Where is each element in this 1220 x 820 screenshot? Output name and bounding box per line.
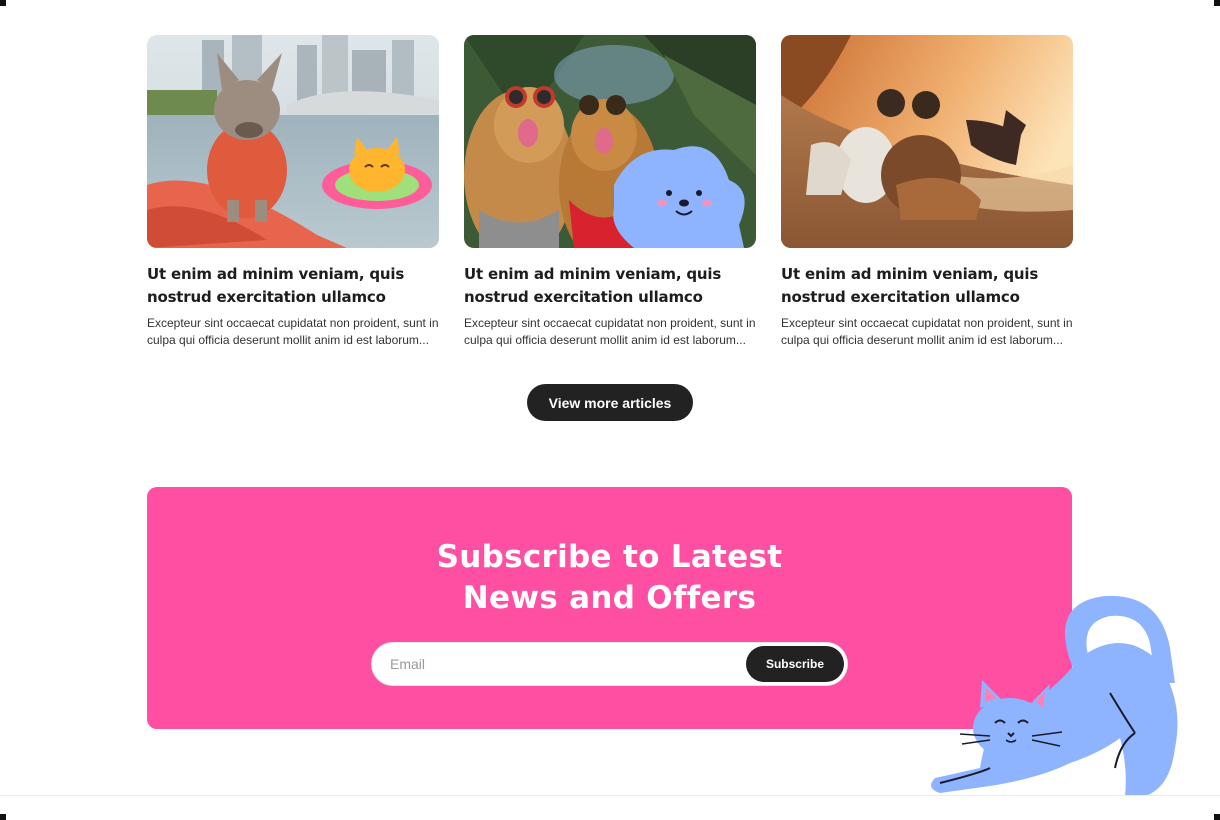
article-excerpt: Excepteur sint occaecat cupidatat non pr… <box>781 316 1073 347</box>
article-image[interactable] <box>781 35 1073 248</box>
stretching-cat-illustration <box>920 588 1190 803</box>
email-input[interactable] <box>374 656 746 672</box>
article-title[interactable]: Ut enim ad minim veniam, quis nostrud ex… <box>464 263 756 309</box>
corner-mark <box>1214 814 1220 820</box>
article-card[interactable]: Ut enim ad minim veniam, quis nostrud ex… <box>464 35 756 349</box>
corner-mark <box>0 814 6 820</box>
article-image[interactable] <box>147 35 439 248</box>
corner-mark <box>0 0 6 6</box>
article-card[interactable]: Ut enim ad minim veniam, quis nostrud ex… <box>147 35 439 349</box>
view-more-container: View more articles <box>0 384 1220 421</box>
subscribe-title-text: Subscribe to Latest News and Offers <box>436 539 783 616</box>
subscribe-form: Subscribe <box>372 643 847 685</box>
corner-mark <box>1214 0 1220 6</box>
footer-divider <box>0 795 1220 796</box>
article-title[interactable]: Ut enim ad minim veniam, quis nostrud ex… <box>781 263 1073 309</box>
article-excerpt: Excepteur sint occaecat cupidatat non pr… <box>147 316 439 347</box>
article-card[interactable]: Ut enim ad minim veniam, quis nostrud ex… <box>781 35 1073 349</box>
article-excerpt: Excepteur sint occaecat cupidatat non pr… <box>464 316 756 347</box>
article-title[interactable]: Ut enim ad minim veniam, quis nostrud ex… <box>147 263 439 309</box>
article-image[interactable] <box>464 35 756 248</box>
subscribe-button[interactable]: Subscribe <box>745 646 844 682</box>
articles-grid: Ut enim ad minim veniam, quis nostrud ex… <box>147 35 1073 349</box>
view-more-articles-button[interactable]: View more articles <box>526 384 694 421</box>
